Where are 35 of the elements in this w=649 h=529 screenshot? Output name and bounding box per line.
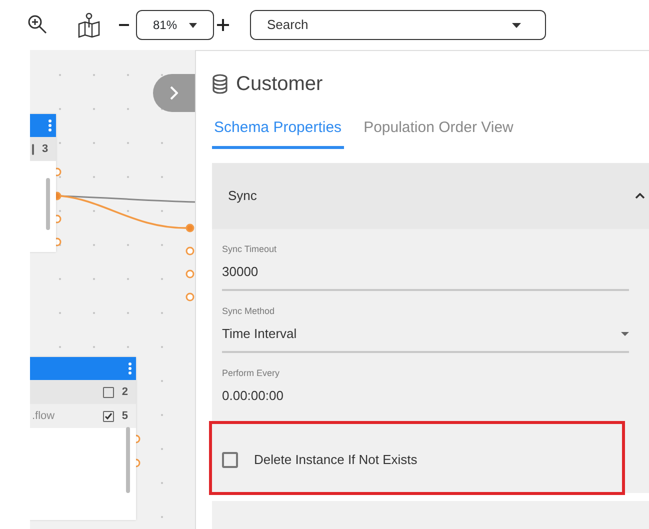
node-card[interactable]: 3 [30,114,56,252]
dropdown-caret-icon [512,22,521,28]
field-label: Sync Timeout [222,242,278,256]
dropdown-caret-icon [621,332,629,336]
panel-title: Customer [236,72,323,97]
checkbox[interactable] [102,410,114,422]
zoom-in-icon[interactable] [28,15,48,35]
chevron-up-icon [635,192,645,198]
tab[interactable]: Population Order View [362,115,516,148]
accordion-header[interactable]: Sync [212,162,649,228]
checkbox-label: Delete Instance If Not Exists [254,450,418,469]
checkbox[interactable] [102,386,114,398]
row-count: 3 [42,142,48,157]
collapse-button[interactable] [153,74,195,112]
zoom-dropdown[interactable]: 81% [136,10,214,40]
row-count: 5 [122,408,128,424]
scrollbar[interactable] [126,427,130,493]
database-icon [212,74,228,94]
field-label: Sync Method [222,304,276,318]
row-count: 2 [122,384,128,400]
checkbox[interactable] [222,452,238,468]
more-icon[interactable] [128,362,132,375]
plus-icon[interactable] [216,18,230,32]
dropdown-caret-icon [189,22,197,28]
input-field[interactable]: 0.00:00:00 [222,380,629,412]
node-card[interactable]: 2 .flow 5 [30,357,136,520]
row-label: .flow [32,408,55,424]
select-field[interactable]: Time Interval [222,318,629,352]
field-label: Perform Every [222,366,281,380]
map-pin-icon[interactable] [76,12,102,38]
input-field[interactable]: 30000 [222,256,629,290]
more-icon[interactable] [48,119,52,132]
scrollbar[interactable] [46,178,50,230]
chevron-right-icon [170,86,178,100]
search-dropdown[interactable]: Search [250,10,546,40]
